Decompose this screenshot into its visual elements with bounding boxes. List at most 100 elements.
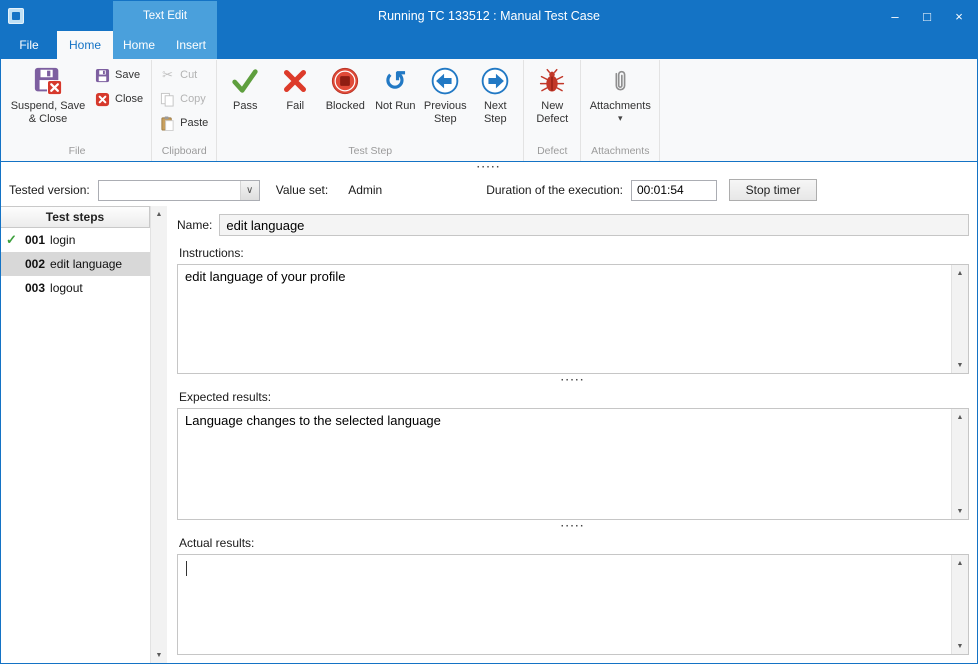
paste-label: Paste <box>180 117 208 129</box>
ribbon-group-defect-content: New Defect <box>527 60 577 143</box>
window-minimize-button[interactable]: – <box>879 1 911 31</box>
scroll-track[interactable] <box>952 281 968 357</box>
next-step-icon <box>480 65 510 97</box>
contextual-tabs: Home Insert <box>113 31 217 59</box>
chevron-down-icon[interactable]: ∨ <box>240 181 259 200</box>
ribbon-group-file: Suspend, Save & Close Save <box>3 60 152 161</box>
scroll-up-icon[interactable]: ▲ <box>952 409 968 425</box>
step-label: logout <box>50 281 83 295</box>
not-run-label: Not Run <box>375 100 415 113</box>
step-label: edit language <box>50 257 122 271</box>
test-step-item-3[interactable]: 003 logout <box>1 276 150 300</box>
test-step-item-2[interactable]: 002 edit language <box>1 252 150 276</box>
tab-file[interactable]: File <box>1 31 57 59</box>
window-maximize-button[interactable]: □ <box>911 1 943 31</box>
test-steps-header: Test steps <box>1 206 150 228</box>
paste-button[interactable]: Paste <box>155 113 213 133</box>
fail-label: Fail <box>286 100 304 113</box>
save-icon <box>95 68 110 83</box>
scroll-up-icon[interactable]: ▲ <box>952 555 968 571</box>
blocked-button[interactable]: Blocked <box>320 60 370 115</box>
new-defect-icon <box>538 65 566 97</box>
splitter-instructions-expected[interactable]: ····· <box>177 374 969 388</box>
value-set-value: Admin <box>348 183 382 197</box>
ribbon-group-attachments: Attachments ▾ Attachments <box>581 60 660 161</box>
check-icon: ✓ <box>6 232 17 248</box>
tab-home-selected[interactable]: Home <box>57 31 113 59</box>
actual-results-scrollbar[interactable]: ▲ ▼ <box>951 555 968 654</box>
file-group-small-buttons: Save Close <box>90 60 148 109</box>
scroll-up-icon[interactable]: ▲ <box>952 265 968 281</box>
not-run-button[interactable]: ↺ Not Run <box>370 60 420 115</box>
instructions-textarea[interactable]: edit language of your profile <box>178 265 951 373</box>
scroll-down-icon[interactable]: ▼ <box>952 503 968 519</box>
ribbon-group-file-content: Suspend, Save & Close Save <box>6 60 148 143</box>
scroll-down-icon[interactable]: ▼ <box>151 647 167 663</box>
actual-results-textarea[interactable] <box>178 555 951 654</box>
duration-input[interactable] <box>631 180 717 201</box>
ribbon-group-clipboard-content: ✂ Cut Copy <box>155 60 213 143</box>
next-step-label: Next Step <box>472 100 518 126</box>
group-label-file: File <box>6 143 148 161</box>
step-label: login <box>50 233 75 247</box>
clipboard-buttons: ✂ Cut Copy <box>155 60 213 133</box>
instructions-scrollbar[interactable]: ▲ ▼ <box>951 265 968 373</box>
new-defect-button[interactable]: New Defect <box>527 60 577 128</box>
previous-step-icon <box>430 65 460 97</box>
name-label: Name: <box>177 218 212 232</box>
attachments-icon <box>609 65 631 97</box>
actual-results-box: ▲ ▼ <box>177 554 969 655</box>
test-step-item-1[interactable]: ✓ 001 login <box>1 228 150 252</box>
test-steps-scrollbar[interactable]: ▲ ▼ <box>150 206 167 663</box>
app-icon[interactable] <box>8 8 24 24</box>
fail-button[interactable]: Fail <box>270 60 320 115</box>
cut-icon: ✂ <box>160 67 175 83</box>
next-step-button[interactable]: Next Step <box>470 60 520 128</box>
expected-results-textarea[interactable]: Language changes to the selected languag… <box>178 409 951 519</box>
ribbon-group-defect: New Defect Defect <box>524 60 581 161</box>
tab-insert[interactable]: Insert <box>165 31 217 59</box>
cut-label: Cut <box>180 69 197 81</box>
titlebar[interactable]: Text Edit Running TC 133512 : Manual Tes… <box>1 1 977 31</box>
pass-button[interactable]: Pass <box>220 60 270 115</box>
ribbon-tab-row: File Home Home Insert <box>1 31 977 59</box>
cut-button: ✂ Cut <box>155 65 213 85</box>
attachments-button[interactable]: Attachments ▾ <box>584 60 656 125</box>
scroll-track[interactable] <box>952 425 968 503</box>
scroll-down-icon[interactable]: ▼ <box>952 357 968 373</box>
splitter-expected-actual[interactable]: ····· <box>177 520 969 534</box>
scroll-track[interactable] <box>151 222 167 647</box>
window-close-button[interactable]: × <box>943 1 975 31</box>
pass-label: Pass <box>233 100 257 113</box>
content-area: Test steps ✓ 001 login 002 edit language… <box>1 206 977 663</box>
splitter-dots: ····· <box>561 522 585 532</box>
previous-step-label: Previous Step <box>422 100 468 126</box>
scroll-down-icon[interactable]: ▼ <box>952 638 968 654</box>
stop-timer-button[interactable]: Stop timer <box>729 179 817 201</box>
step-number: 003 <box>25 281 45 295</box>
tested-version-label: Tested version: <box>9 183 90 197</box>
step-number: 002 <box>25 257 45 271</box>
ribbon-collapse-dots: ····· <box>477 163 501 173</box>
expected-results-scrollbar[interactable]: ▲ ▼ <box>951 409 968 519</box>
attachments-label: Attachments <box>590 100 651 113</box>
suspend-save-close-button[interactable]: Suspend, Save & Close <box>6 60 90 128</box>
window-controls: – □ × <box>879 1 975 31</box>
ribbon-collapse-handle[interactable]: ····· <box>1 162 977 174</box>
instructions-label: Instructions: <box>179 246 969 260</box>
scroll-up-icon[interactable]: ▲ <box>151 206 167 222</box>
scroll-track[interactable] <box>952 571 968 638</box>
ribbon-close-button[interactable]: Close <box>90 89 148 109</box>
execution-toolbar: Tested version: ∨ Value set: Admin Durat… <box>1 174 977 206</box>
ribbon-group-test-step-content: Pass Fail <box>220 60 520 143</box>
expected-results-label: Expected results: <box>179 390 969 404</box>
tab-home-contextual[interactable]: Home <box>113 31 165 59</box>
copy-label: Copy <box>180 93 206 105</box>
duration-label: Duration of the execution: <box>486 183 623 197</box>
attachments-dropdown-icon[interactable]: ▾ <box>618 114 623 123</box>
previous-step-button[interactable]: Previous Step <box>420 60 470 128</box>
name-input[interactable] <box>219 214 969 236</box>
save-button[interactable]: Save <box>90 65 148 85</box>
save-label: Save <box>115 69 140 81</box>
tested-version-combobox[interactable]: ∨ <box>98 180 260 201</box>
